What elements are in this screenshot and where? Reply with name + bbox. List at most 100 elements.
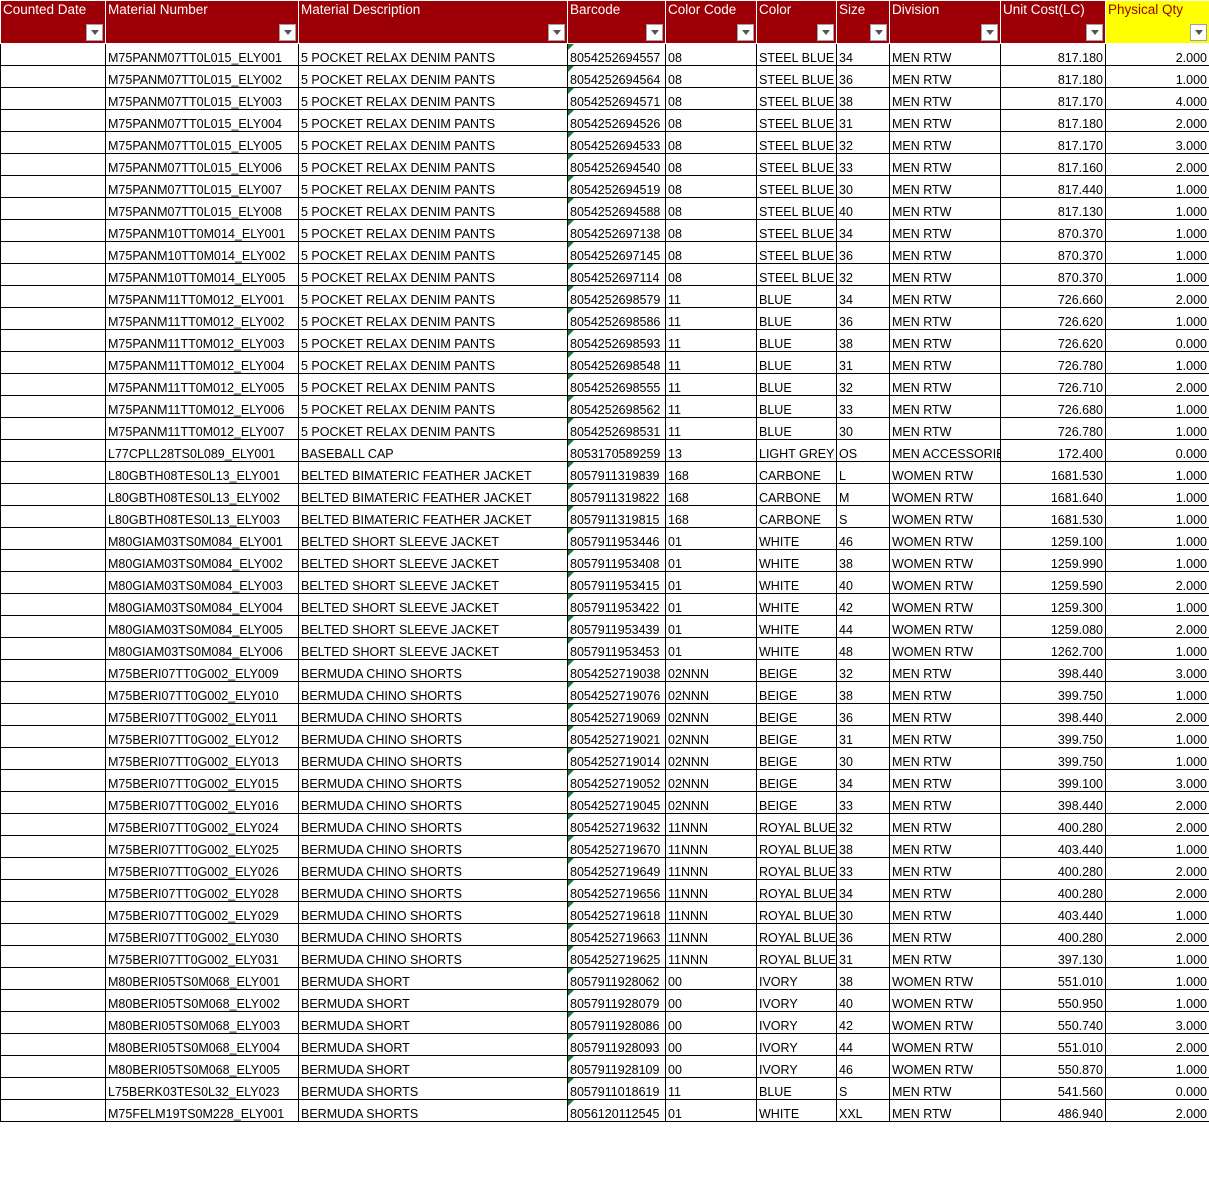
cell-physical-qty[interactable]: 1.000 xyxy=(1105,835,1209,858)
cell-division[interactable]: MEN RTW xyxy=(889,131,1001,154)
cell-division[interactable]: WOMEN RTW xyxy=(889,1055,1001,1078)
cell-color[interactable]: BEIGE xyxy=(756,659,837,682)
cell-color-code[interactable]: 08 xyxy=(665,153,757,176)
cell-material-number[interactable]: M75BERI07TT0G002_ELY013 xyxy=(105,747,299,770)
cell-material-description[interactable]: BERMUDA CHINO SHORTS xyxy=(298,901,568,924)
cell-material-description[interactable]: BERMUDA CHINO SHORTS xyxy=(298,857,568,880)
cell-material-description[interactable]: 5 POCKET RELAX DENIM PANTS xyxy=(298,373,568,396)
cell-unit-cost[interactable]: 398.440 xyxy=(1000,659,1106,682)
cell-barcode[interactable]: 8054252719663 xyxy=(567,923,666,946)
column-header-material-number[interactable]: Material Number xyxy=(105,0,299,44)
cell-material-description[interactable]: 5 POCKET RELAX DENIM PANTS xyxy=(298,153,568,176)
cell-physical-qty[interactable]: 3.000 xyxy=(1105,131,1209,154)
cell-color[interactable]: CARBONE xyxy=(756,505,837,528)
cell-barcode[interactable]: 8057911953422 xyxy=(567,593,666,616)
cell-material-description[interactable]: BERMUDA SHORT xyxy=(298,989,568,1012)
cell-material-number[interactable]: L75BERK03TES0L32_ELY023 xyxy=(105,1077,299,1100)
cell-material-description[interactable]: BELTED SHORT SLEEVE JACKET xyxy=(298,637,568,660)
cell-physical-qty[interactable]: 2.000 xyxy=(1105,285,1209,308)
cell-color[interactable]: STEEL BLUE xyxy=(756,65,837,88)
cell-color[interactable]: IVORY xyxy=(756,1033,837,1056)
cell-physical-qty[interactable]: 1.000 xyxy=(1105,989,1209,1012)
cell-color-code[interactable]: 13 xyxy=(665,439,757,462)
cell-barcode[interactable]: 8056120112545 xyxy=(567,1099,666,1122)
cell-material-number[interactable]: M75PANM11TT0M012_ELY003 xyxy=(105,329,299,352)
cell-color[interactable]: STEEL BLUE xyxy=(756,87,837,110)
cell-material-number[interactable]: M80GIAM03TS0M084_ELY006 xyxy=(105,637,299,660)
cell-material-number[interactable]: M75PANM11TT0M012_ELY004 xyxy=(105,351,299,374)
cell-material-description[interactable]: BERMUDA CHINO SHORTS xyxy=(298,769,568,792)
cell-size[interactable]: 31 xyxy=(836,945,890,968)
cell-division[interactable]: MEN RTW xyxy=(889,373,1001,396)
cell-material-number[interactable]: M75BERI07TT0G002_ELY025 xyxy=(105,835,299,858)
cell-unit-cost[interactable]: 400.280 xyxy=(1000,923,1106,946)
cell-counted-date[interactable] xyxy=(0,1033,106,1056)
column-header-size[interactable]: Size xyxy=(836,0,890,44)
column-header-physical-qty[interactable]: Physical Qty xyxy=(1105,0,1209,44)
cell-counted-date[interactable] xyxy=(0,505,106,528)
cell-size[interactable]: 42 xyxy=(836,593,890,616)
cell-material-description[interactable]: BELTED BIMATERIC FEATHER JACKET xyxy=(298,483,568,506)
column-header-unit-cost[interactable]: Unit Cost(LC) xyxy=(1000,0,1106,44)
cell-division[interactable]: MEN RTW xyxy=(889,65,1001,88)
cell-color[interactable]: STEEL BLUE xyxy=(756,43,837,66)
cell-unit-cost[interactable]: 817.170 xyxy=(1000,131,1106,154)
cell-unit-cost[interactable]: 726.660 xyxy=(1000,285,1106,308)
cell-division[interactable]: MEN RTW xyxy=(889,769,1001,792)
cell-color-code[interactable]: 11NNN xyxy=(665,923,757,946)
cell-size[interactable]: 38 xyxy=(836,967,890,990)
cell-counted-date[interactable] xyxy=(0,923,106,946)
cell-counted-date[interactable] xyxy=(0,153,106,176)
cell-size[interactable]: 34 xyxy=(836,879,890,902)
cell-color-code[interactable]: 11 xyxy=(665,285,757,308)
cell-division[interactable]: MEN RTW xyxy=(889,879,1001,902)
cell-material-number[interactable]: M75PANM11TT0M012_ELY006 xyxy=(105,395,299,418)
cell-size[interactable]: 33 xyxy=(836,153,890,176)
cell-physical-qty[interactable]: 1.000 xyxy=(1105,197,1209,220)
cell-color-code[interactable]: 08 xyxy=(665,263,757,286)
cell-division[interactable]: MEN RTW xyxy=(889,219,1001,242)
cell-unit-cost[interactable]: 400.280 xyxy=(1000,813,1106,836)
cell-material-description[interactable]: BERMUDA CHINO SHORTS xyxy=(298,835,568,858)
cell-unit-cost[interactable]: 870.370 xyxy=(1000,219,1106,242)
filter-dropdown-button[interactable] xyxy=(646,24,663,41)
cell-material-description[interactable]: BERMUDA CHINO SHORTS xyxy=(298,703,568,726)
cell-color[interactable]: ROYAL BLUE xyxy=(756,901,837,924)
cell-size[interactable]: 46 xyxy=(836,527,890,550)
filter-dropdown-button[interactable] xyxy=(1190,24,1207,41)
cell-color[interactable]: ROYAL BLUE xyxy=(756,813,837,836)
cell-barcode[interactable]: 8054252694588 xyxy=(567,197,666,220)
cell-color[interactable]: ROYAL BLUE xyxy=(756,945,837,968)
cell-unit-cost[interactable]: 399.750 xyxy=(1000,681,1106,704)
cell-color-code[interactable]: 00 xyxy=(665,1055,757,1078)
cell-material-description[interactable]: BERMUDA CHINO SHORTS xyxy=(298,923,568,946)
cell-physical-qty[interactable]: 2.000 xyxy=(1105,879,1209,902)
cell-material-description[interactable]: 5 POCKET RELAX DENIM PANTS xyxy=(298,395,568,418)
cell-barcode[interactable]: 8054252698531 xyxy=(567,417,666,440)
cell-color-code[interactable]: 01 xyxy=(665,637,757,660)
cell-unit-cost[interactable]: 550.950 xyxy=(1000,989,1106,1012)
cell-color-code[interactable]: 00 xyxy=(665,1011,757,1034)
cell-material-description[interactable]: BELTED BIMATERIC FEATHER JACKET xyxy=(298,461,568,484)
cell-barcode[interactable]: 8054252719670 xyxy=(567,835,666,858)
cell-size[interactable]: 32 xyxy=(836,813,890,836)
cell-color-code[interactable]: 11NNN xyxy=(665,901,757,924)
cell-size[interactable]: 38 xyxy=(836,681,890,704)
cell-material-description[interactable]: BASEBALL CAP xyxy=(298,439,568,462)
cell-barcode[interactable]: 8054252694571 xyxy=(567,87,666,110)
cell-counted-date[interactable] xyxy=(0,637,106,660)
cell-color[interactable]: CARBONE xyxy=(756,461,837,484)
cell-barcode[interactable]: 8054252698562 xyxy=(567,395,666,418)
cell-color[interactable]: BLUE xyxy=(756,307,837,330)
cell-unit-cost[interactable]: 403.440 xyxy=(1000,901,1106,924)
cell-color[interactable]: BEIGE xyxy=(756,725,837,748)
filter-dropdown-button[interactable] xyxy=(817,24,834,41)
cell-division[interactable]: MEN RTW xyxy=(889,1099,1001,1122)
cell-material-number[interactable]: M75PANM07TT0L015_ELY004 xyxy=(105,109,299,132)
column-header-color-code[interactable]: Color Code xyxy=(665,0,757,44)
cell-size[interactable]: 34 xyxy=(836,43,890,66)
cell-unit-cost[interactable]: 817.180 xyxy=(1000,43,1106,66)
cell-color[interactable]: BEIGE xyxy=(756,681,837,704)
cell-counted-date[interactable] xyxy=(0,615,106,638)
cell-division[interactable]: MEN ACCESSORIES xyxy=(889,439,1001,462)
